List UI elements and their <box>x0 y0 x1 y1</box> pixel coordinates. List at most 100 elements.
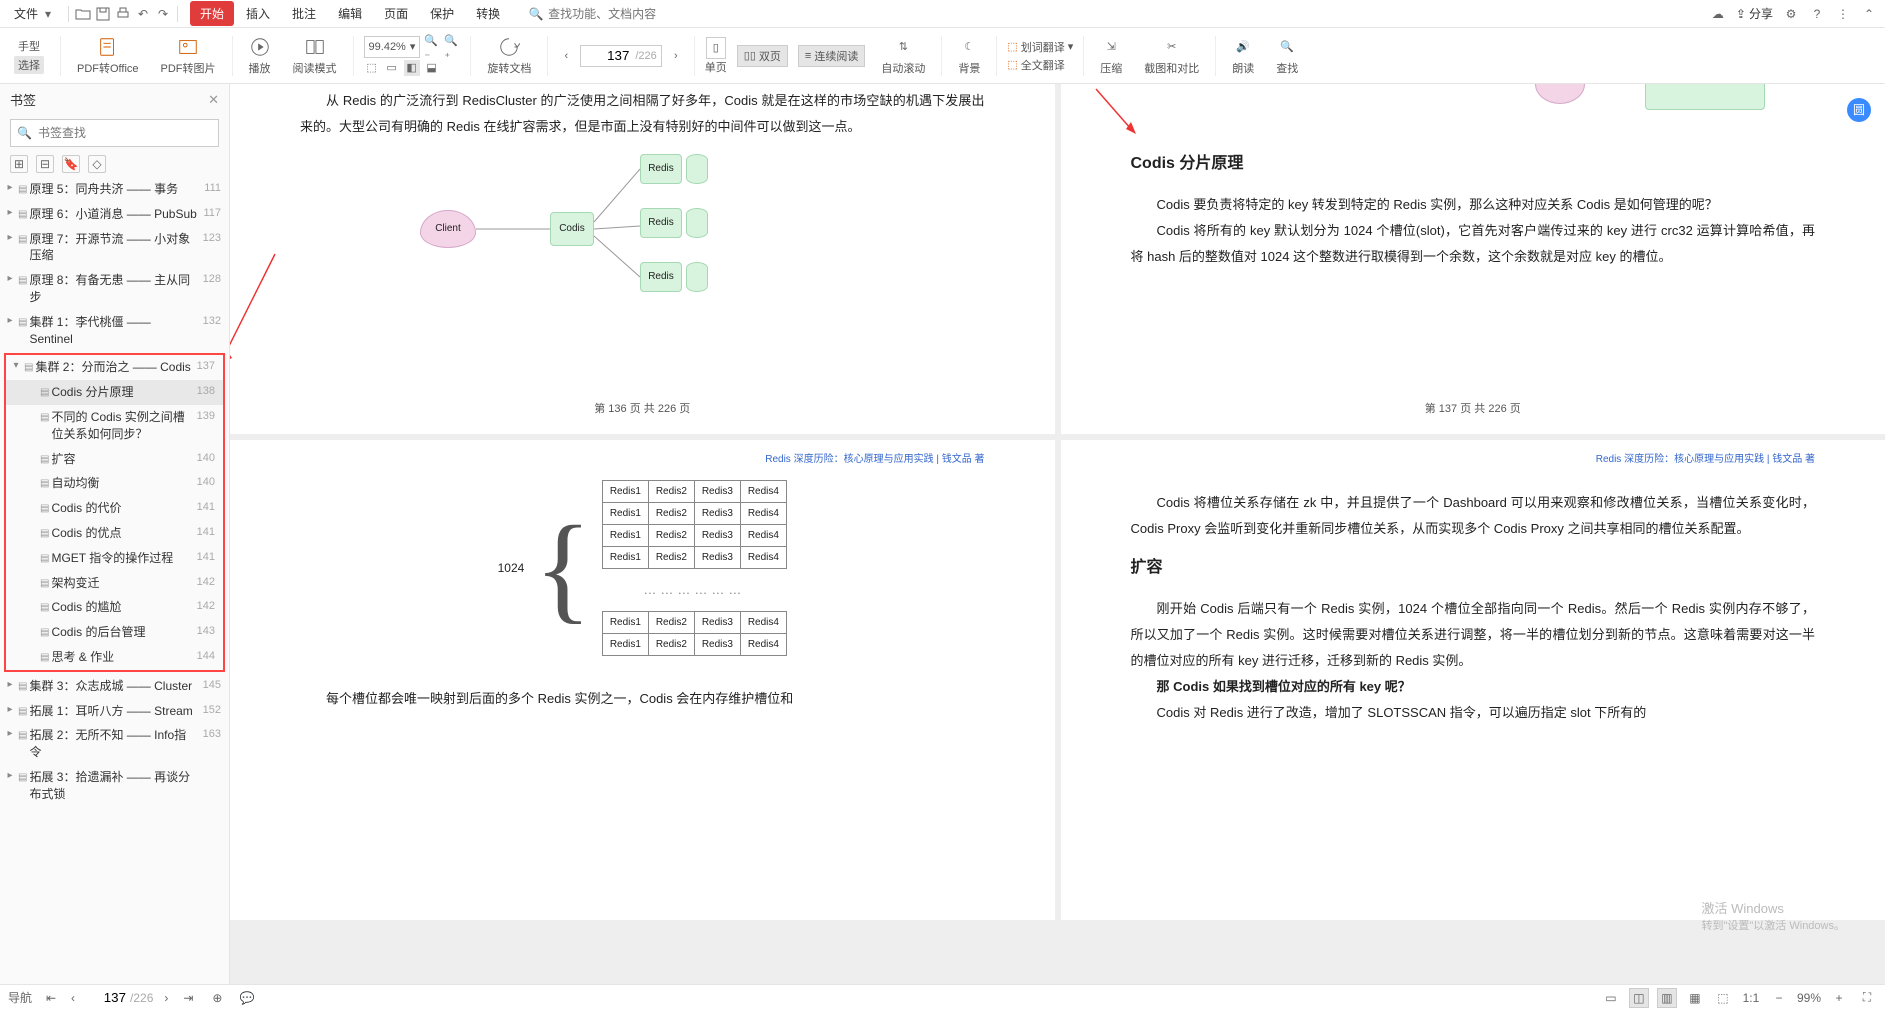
pdf-to-office[interactable]: PDF转Office <box>71 32 145 80</box>
bookmark-item[interactable]: ▤Codis 的尴尬142 <box>6 595 223 620</box>
share-button[interactable]: ⇪分享 <box>1736 5 1773 22</box>
bookmark-item[interactable]: ▤架构变迁142 <box>6 571 223 596</box>
bookmark-item[interactable]: ▸▤原理 5：同舟共济 —— 事务111 <box>0 177 229 202</box>
zoom-in-icon[interactable]: 🔍₊ <box>444 39 460 55</box>
redo-icon[interactable]: ↷ <box>155 6 171 22</box>
bookmark-item[interactable]: ▤Codis 的后台管理143 <box>6 620 223 645</box>
first-page-icon[interactable]: ⇤ <box>42 991 60 1005</box>
fit-page-icon[interactable]: ▭ <box>384 60 400 76</box>
full-translate[interactable]: ⬚全文翻译 <box>1007 57 1073 73</box>
bookmark-item[interactable]: ▤扩容140 <box>6 447 223 472</box>
tab-page[interactable]: 页面 <box>374 1 418 26</box>
zoom-in-status-icon[interactable]: + <box>1829 988 1849 1008</box>
help-icon[interactable]: ? <box>1809 6 1825 22</box>
continuous-view[interactable]: ≡连续阅读 <box>798 45 865 67</box>
view-mode-2-icon[interactable]: ◫ <box>1629 988 1649 1008</box>
screenshot-compare[interactable]: ✂截图和对比 <box>1138 32 1205 80</box>
bookmark-search[interactable]: 🔍 <box>10 119 219 147</box>
single-page-view[interactable]: ▯单页 <box>705 37 727 75</box>
tab-start[interactable]: 开始 <box>190 1 234 26</box>
bookmark-icon[interactable]: 🔖 <box>62 155 80 173</box>
actual-icon[interactable]: 1:1 <box>1741 988 1761 1008</box>
background-button[interactable]: ☾背景 <box>952 32 986 80</box>
open-icon[interactable] <box>75 6 91 22</box>
view-mode-1-icon[interactable]: ▭ <box>1601 988 1621 1008</box>
bookmark-item[interactable]: ▾▤集群 2：分而治之 —— Codis137 <box>6 355 223 380</box>
fit-width-icon[interactable]: ⬚ <box>364 60 380 76</box>
play-button[interactable]: 播放 <box>243 32 277 80</box>
tab-edit[interactable]: 编辑 <box>328 1 372 26</box>
close-sidebar-icon[interactable]: ✕ <box>208 92 219 108</box>
bookmark-item[interactable]: ▸▤原理 7：开源节流 —— 小对象压缩123 <box>0 227 229 269</box>
fit-height-icon[interactable]: ⬓ <box>424 60 440 76</box>
bookmark-item[interactable]: ▸▤拓展 1：耳听八方 —— Stream152 <box>0 699 229 724</box>
print-icon[interactable] <box>115 6 131 22</box>
page-input[interactable] <box>581 46 631 66</box>
bookmark-item[interactable]: ▤Codis 的代价141 <box>6 496 223 521</box>
rotate-doc[interactable]: 旋转文档 <box>481 32 537 80</box>
pdf-page-136: 从 Redis 的广泛流行到 RedisCluster 的广泛使用之间相隔了好多… <box>230 84 1055 434</box>
prev-page-icon[interactable]: ‹ <box>64 991 82 1005</box>
bookmark-search-input[interactable] <box>38 126 212 140</box>
bookmark-item[interactable]: ▸▤原理 8：有备无患 —— 主从同步128 <box>0 268 229 310</box>
read-mode[interactable]: 阅读模式 <box>287 32 343 80</box>
last-page-icon[interactable]: ⇥ <box>179 991 197 1005</box>
annotation-arrow-2 <box>1091 84 1151 144</box>
next-page-icon[interactable]: › <box>668 48 684 64</box>
bookmark-item[interactable]: ▸▤拓展 2：无所不知 —— Info指令163 <box>0 723 229 765</box>
bookmark-item[interactable]: ▸▤集群 1：李代桃僵 —— Sentinel132 <box>0 310 229 352</box>
pdf-page-139: Redis 深度历险：核心原理与应用实践 | 钱文品 著 Codis 将槽位关系… <box>1061 440 1885 920</box>
word-translate[interactable]: ⬚划词翻译▾ <box>1007 39 1073 55</box>
bookmark-item-selected[interactable]: ▤Codis 分片原理138 <box>6 380 223 405</box>
bookmark-item[interactable]: ▤自动均衡140 <box>6 471 223 496</box>
next-page-icon[interactable]: › <box>157 991 175 1005</box>
tab-annotate[interactable]: 批注 <box>282 1 326 26</box>
zoom-out-status-icon[interactable]: − <box>1769 988 1789 1008</box>
paragraph: Codis 要负责将特定的 key 转发到特定的 Redis 实例，那么这种对应… <box>1131 192 1816 218</box>
file-menu[interactable]: 文件 ▾ <box>8 2 62 25</box>
actual-size-icon[interactable]: ◧ <box>404 60 420 76</box>
view-mode-3-icon[interactable]: ▥ <box>1657 988 1677 1008</box>
prev-page-icon[interactable]: ‹ <box>558 48 574 64</box>
comment-icon[interactable]: 💬 <box>237 988 257 1008</box>
bookmark-item[interactable]: ▤思考 & 作业144 <box>6 645 223 670</box>
bookmark-item[interactable]: ▤不同的 Codis 实例之间槽位关系如何同步？139 <box>6 405 223 447</box>
collapse-all-icon[interactable]: ⊟ <box>36 155 54 173</box>
pdf-page-138: Redis 深度历险：核心原理与应用实践 | 钱文品 著 1024 { Redi… <box>230 440 1055 920</box>
auto-scroll[interactable]: ⇅自动滚动 <box>875 32 931 80</box>
double-page-view[interactable]: ▯▯双页 <box>737 45 788 67</box>
cloud-sync-icon[interactable]: ☁ <box>1710 6 1726 22</box>
collapse-ribbon-icon[interactable]: ⌃ <box>1861 6 1877 22</box>
document-viewport[interactable]: 从 Redis 的广泛流行到 RedisCluster 的广泛使用之间相隔了好多… <box>230 84 1885 984</box>
status-page-input[interactable] <box>86 990 126 1005</box>
floating-badge-icon[interactable]: 圆 <box>1847 98 1871 122</box>
bookmark-item[interactable]: ▸▤集群 3：众志成城 —— Cluster145 <box>0 674 229 699</box>
global-search-input[interactable] <box>548 7 668 21</box>
fit-icon[interactable]: ⬚ <box>1713 988 1733 1008</box>
expand-all-icon[interactable]: ⊞ <box>10 155 28 173</box>
save-icon[interactable] <box>95 6 111 22</box>
add-note-icon[interactable]: ⊕ <box>207 988 227 1008</box>
tab-protect[interactable]: 保护 <box>420 1 464 26</box>
bookmark-item[interactable]: ▤MGET 指令的操作过程141 <box>6 546 223 571</box>
global-search[interactable]: 🔍 <box>528 6 688 22</box>
view-mode-4-icon[interactable]: ▦ <box>1685 988 1705 1008</box>
tab-insert[interactable]: 插入 <box>236 1 280 26</box>
chevron-down-icon: ▾ <box>40 6 56 22</box>
zoom-out-icon[interactable]: 🔍₋ <box>424 39 440 55</box>
fullscreen-icon[interactable]: ⛶ <box>1857 988 1877 1008</box>
read-aloud[interactable]: 🔊朗读 <box>1226 32 1260 80</box>
pdf-to-image[interactable]: PDF转图片 <box>155 32 222 80</box>
tab-convert[interactable]: 转换 <box>466 1 510 26</box>
zoom-select[interactable]: 99.42%▾ <box>364 36 421 58</box>
find-button[interactable]: 🔍查找 <box>1270 32 1304 80</box>
bookmark-outline-icon[interactable]: ◇ <box>88 155 106 173</box>
bookmark-item[interactable]: ▸▤原理 6：小道消息 —— PubSub117 <box>0 202 229 227</box>
hand-tool[interactable]: 手型选择 <box>8 32 50 80</box>
gear-icon[interactable]: ⚙ <box>1783 6 1799 22</box>
compress-button[interactable]: ⇲压缩 <box>1094 32 1128 80</box>
undo-icon[interactable]: ↶ <box>135 6 151 22</box>
bookmark-item[interactable]: ▤Codis 的优点141 <box>6 521 223 546</box>
bookmark-item[interactable]: ▸▤拓展 3：拾遗漏补 —— 再谈分布式锁 <box>0 765 229 807</box>
more-icon[interactable]: ⋮ <box>1835 6 1851 22</box>
